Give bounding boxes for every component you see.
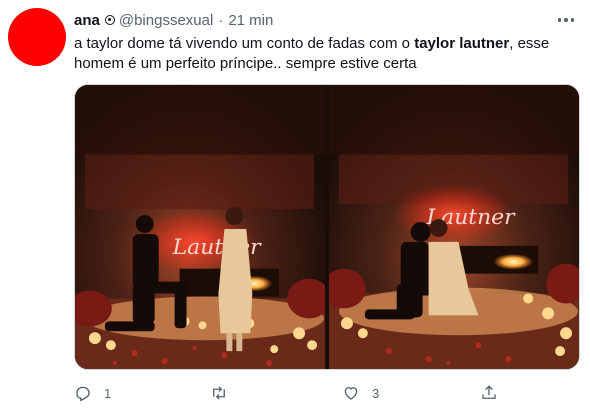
user-handle[interactable]: @bingssexual [119,12,213,29]
like-icon [344,387,358,400]
media-grid: Lautner Lautner [74,84,580,370]
display-name[interactable]: ana [74,12,100,29]
tweet-header: ana @bingssexual · 21 min [74,10,580,30]
timestamp[interactable]: 21 min [228,12,273,29]
retweet-icon [213,386,225,400]
avatar[interactable] [8,8,66,66]
retweet-button[interactable] [210,384,240,402]
reply-icon [76,386,90,402]
tweet-text-line-1: a taylor dome tá vivendo um conto de fad… [74,35,550,52]
tweet-actions: 1 3 [74,382,580,404]
tweet-text-line-2: homem é um perfeito príncipe.. sempre es… [74,55,417,72]
share-icon [482,385,496,399]
reply-count: 1 [104,385,112,401]
like-button[interactable]: 3 [342,384,379,402]
separator-dot: · [218,11,224,29]
tweet-text: a taylor dome tá vivendo um conto de fad… [74,34,574,74]
badge-icon [104,15,115,25]
proposal-photo-2[interactable]: Lautner [329,85,579,369]
more-options-icon[interactable] [554,10,578,30]
like-count: 3 [372,385,380,401]
share-button[interactable] [480,384,498,402]
reply-button[interactable]: 1 [74,384,111,402]
proposal-photo-1[interactable]: Lautner [75,85,325,369]
mention-bold: taylor lautner [414,35,510,52]
